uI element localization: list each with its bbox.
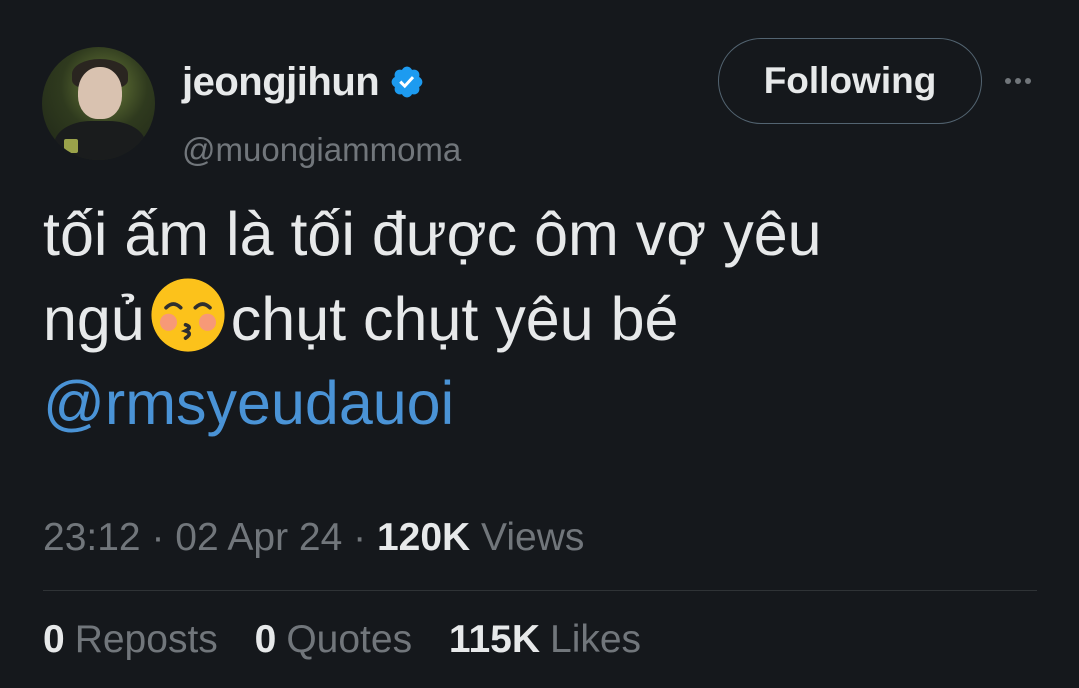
reposts-count: 0	[43, 618, 65, 661]
reposts-stat[interactable]: 0 Reposts	[43, 618, 218, 662]
likes-stat[interactable]: 115K Likes	[449, 618, 641, 662]
meta-separator: ·	[151, 516, 165, 559]
tweet-meta: 23:12 · 02 Apr 24 · 120K Views	[43, 516, 584, 560]
divider	[43, 590, 1037, 591]
avatar[interactable]	[42, 47, 155, 160]
more-dot	[1015, 78, 1021, 84]
likes-count: 115K	[448, 618, 541, 661]
quotes-count: 0	[254, 618, 277, 661]
tweet-line-2-start: ngủ	[43, 285, 145, 353]
more-dots-icon[interactable]	[998, 64, 1038, 98]
engagement-stats: 0 Reposts 0 Quotes 115K Likes	[43, 618, 667, 662]
quotes-label: Quotes	[286, 618, 413, 661]
more-dot	[1005, 78, 1011, 84]
quotes-stat[interactable]: 0 Quotes	[255, 618, 412, 662]
tweet-line-1: tối ấm là tối được ôm vợ yêu	[43, 200, 822, 268]
verified-badge-icon	[391, 66, 423, 98]
tweet-line-2-end: chụt chụt yêu bé	[230, 285, 679, 353]
more-dot	[1025, 78, 1031, 84]
reposts-label: Reposts	[74, 618, 218, 661]
avatar-face	[78, 67, 122, 119]
user-handle[interactable]: @muongiammoma	[182, 131, 461, 169]
likes-label: Likes	[550, 618, 642, 661]
tweet-text: tối ấm là tối được ôm vợ yêu ngủ chụt ch…	[43, 192, 1033, 445]
mention-link[interactable]: @rmsyeudauoi	[43, 361, 1033, 445]
views-label: Views	[481, 516, 585, 559]
kissing-face-emoji-icon	[151, 278, 225, 352]
tweet-time[interactable]: 23:12	[43, 516, 141, 559]
tweet-date[interactable]: 02 Apr 24	[175, 516, 342, 559]
following-button[interactable]: Following	[718, 38, 982, 124]
meta-separator: ·	[353, 516, 367, 559]
views-count: 120K	[376, 516, 471, 559]
avatar-jersey-logo	[64, 139, 78, 153]
display-name[interactable]: jeongjihun	[182, 60, 380, 105]
tweet-line-2: ngủ chụt chụt yêu bé	[43, 276, 1033, 361]
